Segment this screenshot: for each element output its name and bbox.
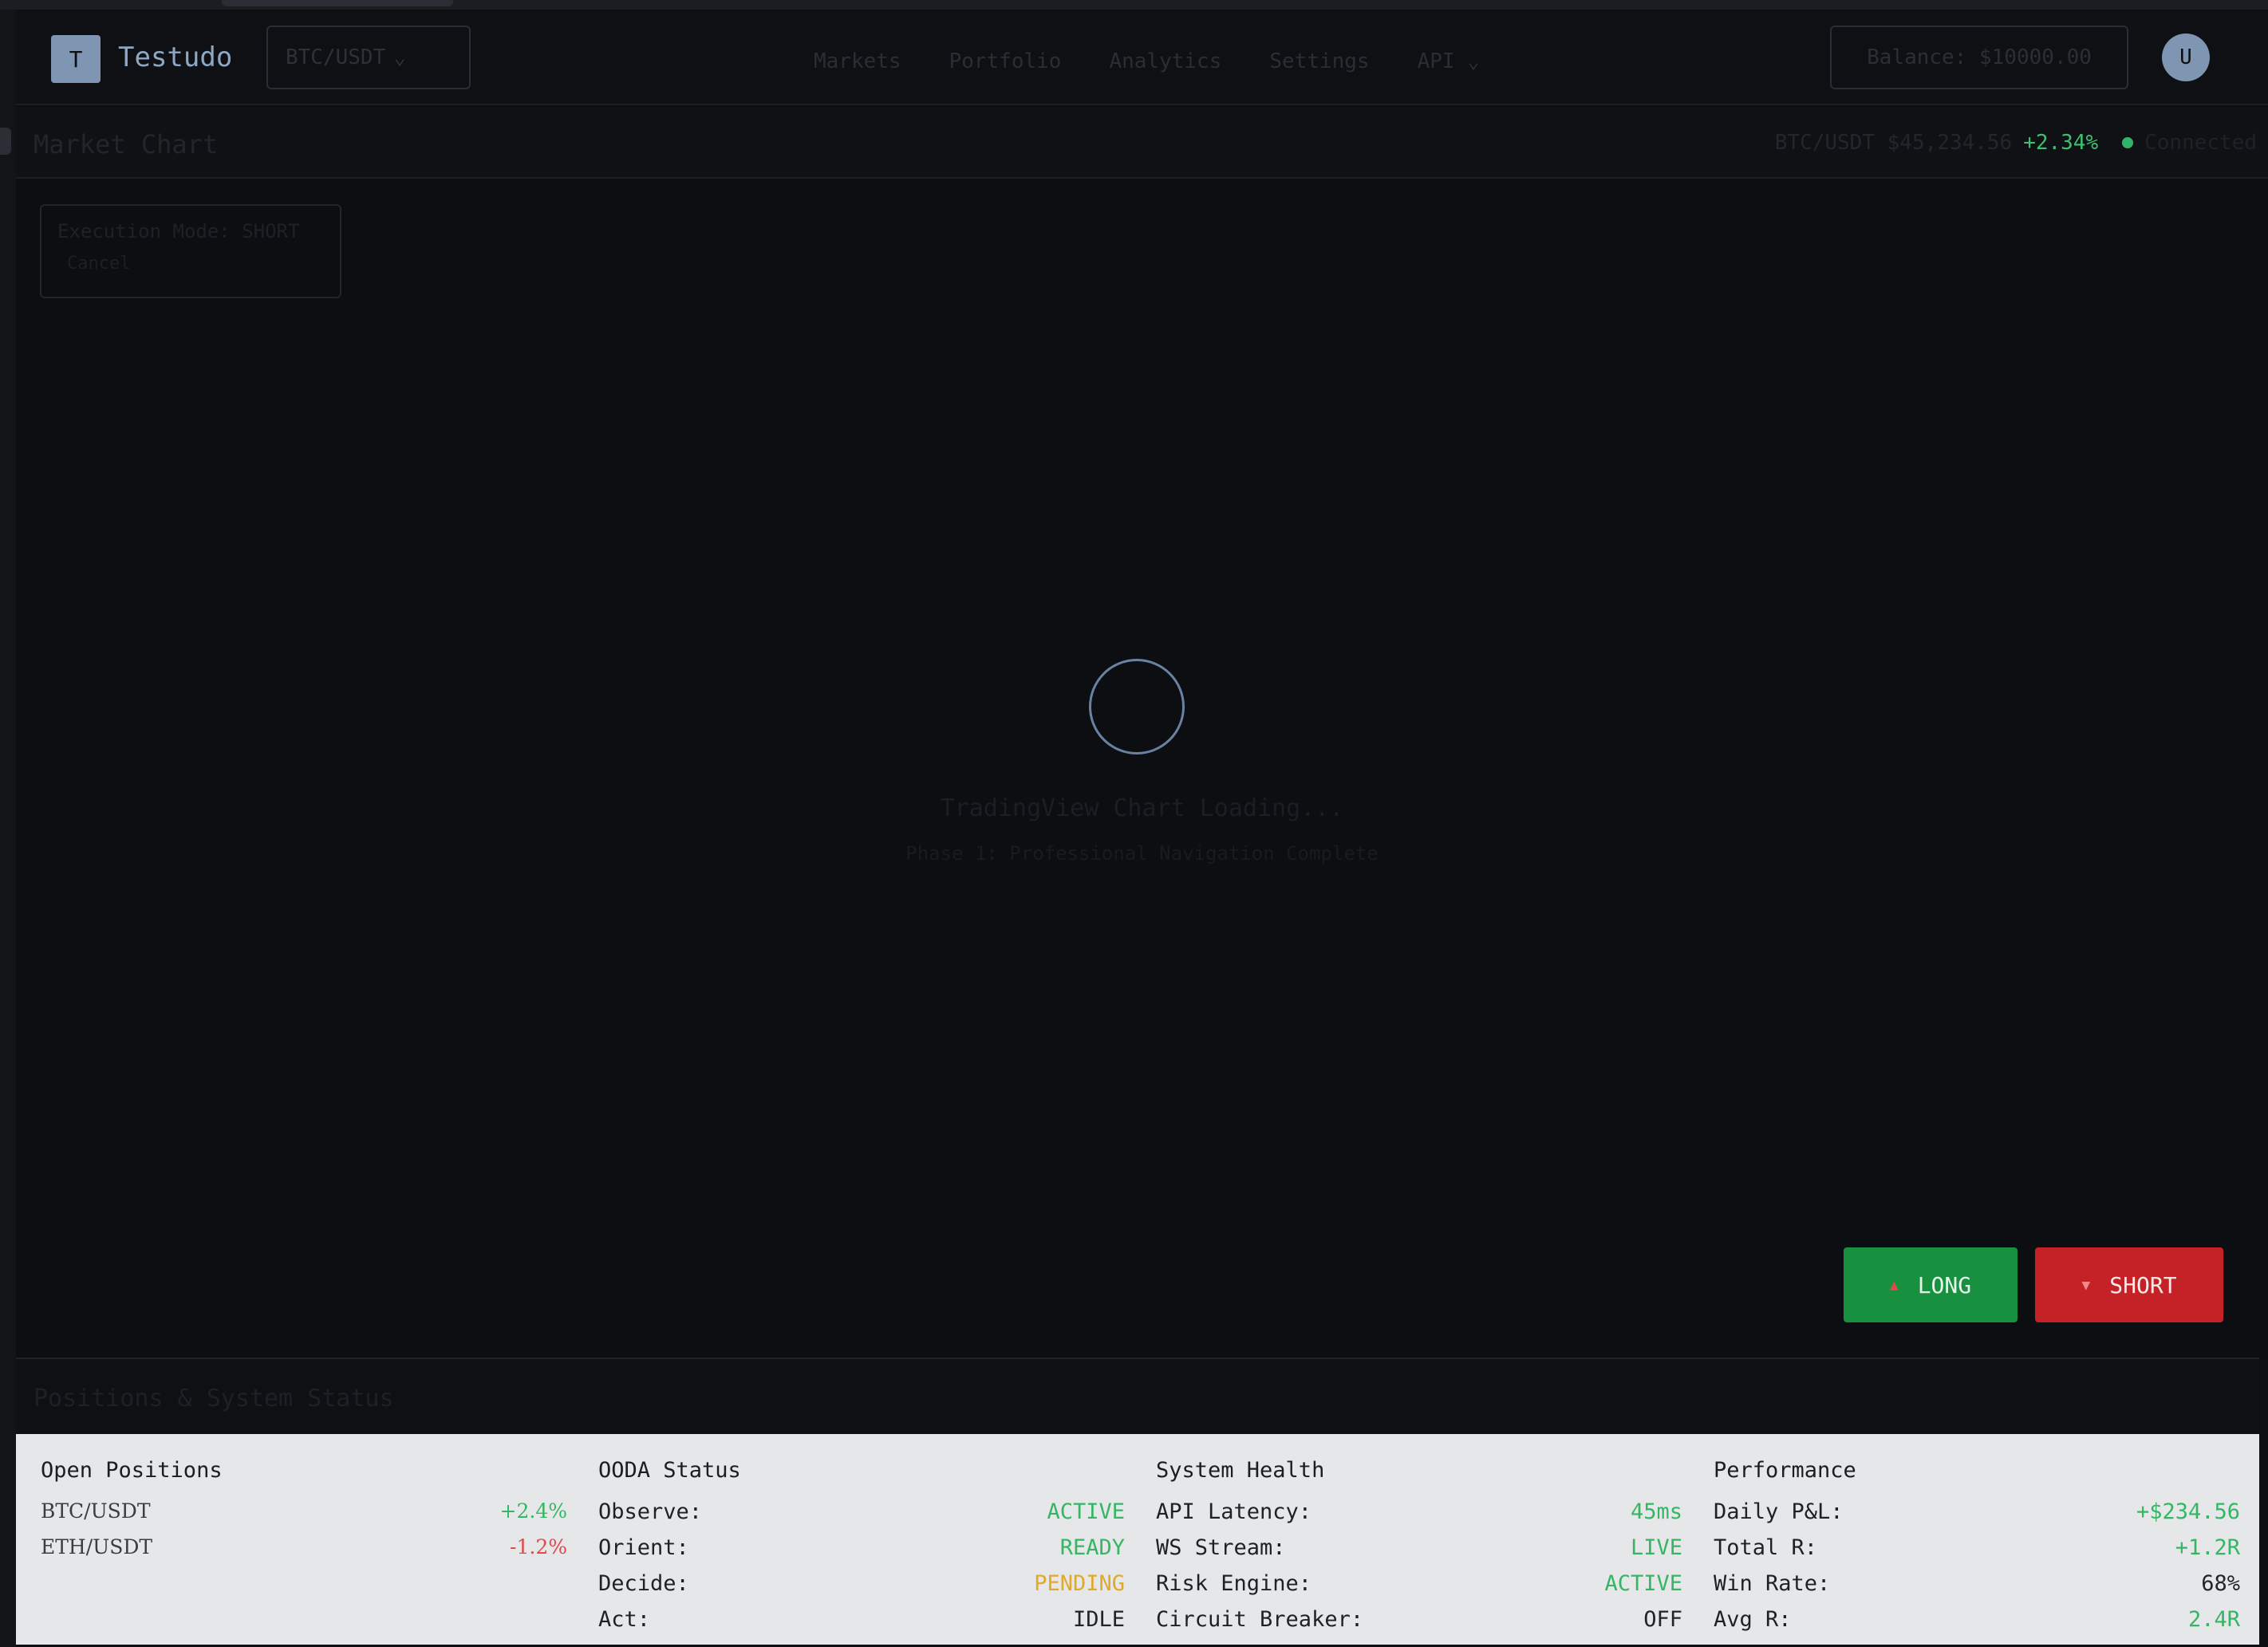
chart-title: Market Chart bbox=[34, 129, 219, 160]
system-health-title: System Health bbox=[1156, 1458, 1325, 1483]
cancel-button[interactable]: Cancel bbox=[57, 254, 324, 274]
ticker-price: BTC/USDT $45,234.56 bbox=[1774, 131, 2013, 155]
performance-label: Daily P&L: bbox=[1714, 1499, 1844, 1524]
chart-area[interactable]: Execution Mode: SHORT Cancel TradingView… bbox=[16, 180, 2268, 1357]
ooda-status-section: OODA Status Observe: ACTIVE Orient: READ… bbox=[598, 1434, 1125, 1645]
main-nav: Markets Portfolio Analytics Settings API… bbox=[814, 49, 1480, 73]
ooda-row: Observe: ACTIVE bbox=[598, 1499, 1125, 1524]
chevron-down-icon: ⌄ bbox=[1467, 49, 1480, 73]
position-row[interactable]: ETH/USDT -1.2% bbox=[41, 1535, 567, 1558]
health-label: Circuit Breaker: bbox=[1156, 1607, 1364, 1632]
performance-title: Performance bbox=[1714, 1458, 1856, 1483]
health-value: OFF bbox=[1643, 1607, 1682, 1632]
nav-api-label: API bbox=[1417, 49, 1455, 73]
open-positions-section: Open Positions BTC/USDT +2.4% ETH/USDT -… bbox=[41, 1434, 567, 1645]
browser-tab-fragment[interactable] bbox=[222, 0, 453, 6]
ooda-value: READY bbox=[1059, 1535, 1125, 1560]
left-edge-handle[interactable] bbox=[0, 128, 11, 155]
performance-row: Daily P&L: +$234.56 bbox=[1714, 1499, 2240, 1524]
health-value: LIVE bbox=[1630, 1535, 1682, 1560]
performance-value: +$234.56 bbox=[2136, 1499, 2240, 1524]
loading-subtitle: Phase 1: Professional Navigation Complet… bbox=[905, 842, 1379, 865]
long-button-label: LONG bbox=[1917, 1271, 1972, 1298]
position-row[interactable]: BTC/USDT +2.4% bbox=[41, 1499, 567, 1523]
performance-value: 68% bbox=[2201, 1571, 2240, 1596]
performance-row: Win Rate: 68% bbox=[1714, 1571, 2240, 1596]
arrow-up-icon: ▲ bbox=[1889, 1276, 1899, 1294]
health-row: WS Stream: LIVE bbox=[1156, 1535, 1682, 1560]
health-row: Risk Engine: ACTIVE bbox=[1156, 1571, 1682, 1596]
pair-select[interactable]: BTC/USDT ⌄ bbox=[266, 26, 471, 89]
chevron-down-icon: ⌄ bbox=[393, 45, 406, 69]
ooda-label: Decide: bbox=[598, 1571, 689, 1596]
pair-select-value: BTC/USDT bbox=[286, 45, 386, 69]
nav-settings[interactable]: Settings bbox=[1269, 49, 1369, 73]
long-button[interactable]: ▲ LONG bbox=[1844, 1247, 2018, 1322]
loading-spinner-icon bbox=[1089, 659, 1185, 755]
ooda-row: Act: IDLE bbox=[598, 1607, 1125, 1632]
performance-row: Avg R: 2.4R bbox=[1714, 1607, 2240, 1632]
health-row: API Latency: 45ms bbox=[1156, 1499, 1682, 1524]
position-pnl: +2.4% bbox=[499, 1499, 567, 1523]
system-health-section: System Health API Latency: 45ms WS Strea… bbox=[1156, 1434, 1682, 1645]
nav-api[interactable]: API ⌄ bbox=[1418, 49, 1480, 73]
connection-status-icon bbox=[2122, 137, 2134, 148]
performance-section: Performance Daily P&L: +$234.56 Total R:… bbox=[1714, 1434, 2240, 1645]
health-value: ACTIVE bbox=[1604, 1571, 1682, 1596]
bottom-panel-title: Positions & System Status bbox=[34, 1385, 394, 1413]
ticker-change: +2.34% bbox=[2023, 131, 2099, 155]
arrow-down-icon: ▼ bbox=[2081, 1276, 2091, 1294]
performance-label: Total R: bbox=[1714, 1535, 1818, 1560]
execution-mode-box: Execution Mode: SHORT Cancel bbox=[40, 204, 341, 298]
health-value: 45ms bbox=[1630, 1499, 1682, 1524]
ooda-label: Observe: bbox=[598, 1499, 703, 1524]
open-positions-title: Open Positions bbox=[41, 1458, 223, 1483]
performance-label: Win Rate: bbox=[1714, 1571, 1831, 1596]
app-name[interactable]: Testudo bbox=[118, 41, 232, 73]
bottom-panel-header: Positions & System Status bbox=[16, 1357, 2259, 1434]
nav-portfolio[interactable]: Portfolio bbox=[949, 49, 1062, 73]
health-row: Circuit Breaker: OFF bbox=[1156, 1607, 1682, 1632]
position-symbol: ETH/USDT bbox=[41, 1535, 153, 1558]
health-label: Risk Engine: bbox=[1156, 1571, 1312, 1596]
performance-value: +1.2R bbox=[2175, 1535, 2240, 1560]
performance-label: Avg R: bbox=[1714, 1607, 1792, 1632]
ooda-row: Decide: PENDING bbox=[598, 1571, 1125, 1596]
ooda-label: Act: bbox=[598, 1607, 651, 1632]
logo-icon: T bbox=[51, 35, 101, 83]
nav-markets[interactable]: Markets bbox=[814, 49, 901, 73]
ooda-status-title: OODA Status bbox=[598, 1458, 741, 1483]
chart-header: Market Chart BTC/USDT $45,234.56 +2.34% … bbox=[16, 107, 2268, 179]
performance-value: 2.4R bbox=[2187, 1607, 2240, 1632]
loading-title: TradingView Chart Loading... bbox=[940, 794, 1344, 822]
nav-analytics[interactable]: Analytics bbox=[1109, 49, 1221, 73]
balance-display[interactable]: Balance: $10000.00 bbox=[1830, 26, 2128, 89]
ooda-label: Orient: bbox=[598, 1535, 689, 1560]
connection-status: Connected bbox=[2144, 131, 2257, 155]
ooda-value: IDLE bbox=[1072, 1607, 1125, 1632]
position-pnl: -1.2% bbox=[510, 1535, 567, 1558]
top-navbar: T Testudo BTC/USDT ⌄ Markets Portfolio A… bbox=[16, 10, 2268, 105]
status-panel: Open Positions BTC/USDT +2.4% ETH/USDT -… bbox=[16, 1434, 2259, 1645]
health-label: API Latency: bbox=[1156, 1499, 1312, 1524]
execution-mode-label: Execution Mode: SHORT bbox=[57, 220, 300, 242]
health-label: WS Stream: bbox=[1156, 1535, 1286, 1560]
ooda-value: ACTIVE bbox=[1047, 1499, 1125, 1524]
short-button[interactable]: ▼ SHORT bbox=[2035, 1247, 2223, 1322]
avatar[interactable]: U bbox=[2162, 33, 2210, 81]
browser-top-strip bbox=[0, 0, 2268, 10]
ooda-value: PENDING bbox=[1034, 1571, 1125, 1596]
position-symbol: BTC/USDT bbox=[41, 1499, 151, 1523]
ticker-bar: BTC/USDT $45,234.56 +2.34% Connected bbox=[1775, 131, 2257, 155]
ooda-row: Orient: READY bbox=[598, 1535, 1125, 1560]
performance-row: Total R: +1.2R bbox=[1714, 1535, 2240, 1560]
left-edge bbox=[0, 10, 16, 1647]
short-button-label: SHORT bbox=[2109, 1271, 2177, 1298]
